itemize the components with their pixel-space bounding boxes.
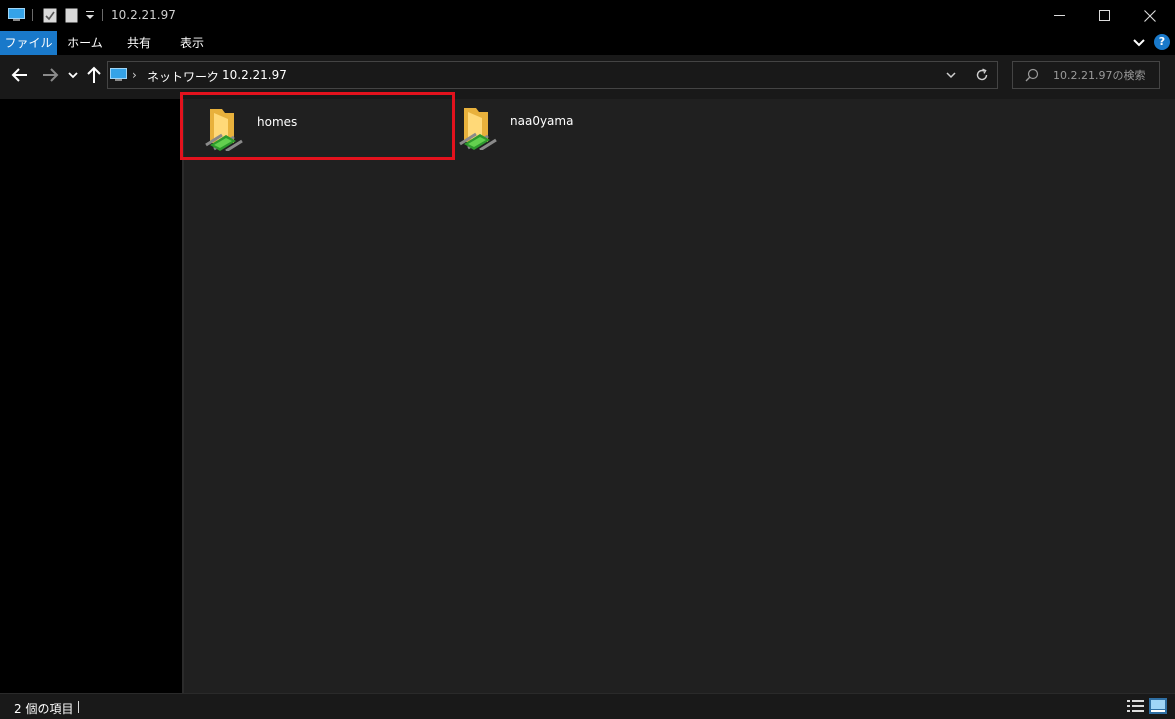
address-dropdown-icon[interactable] (944, 68, 958, 82)
title-separator (102, 9, 103, 21)
search-icon (1025, 68, 1039, 82)
file-list-area[interactable] (184, 99, 1175, 693)
details-view-icon[interactable] (1127, 699, 1144, 713)
folder-item-homes[interactable]: homes (180, 92, 455, 160)
folder-item-naa0yama[interactable]: naa0yama (454, 95, 714, 159)
network-shared-folder-icon (205, 109, 243, 151)
recent-locations-icon[interactable] (67, 68, 79, 82)
maximize-button[interactable] (1081, 0, 1127, 31)
properties-icon[interactable] (43, 8, 57, 23)
breadcrumb-separator[interactable]: › (132, 68, 137, 82)
tab-file[interactable]: ファイル (0, 31, 57, 55)
ribbon-tabs: ファイル ホーム 共有 表示 (0, 31, 1175, 55)
network-location-icon (110, 68, 127, 81)
navigation-pane[interactable] (0, 99, 182, 693)
close-icon (1144, 9, 1156, 22)
breadcrumb-host[interactable]: 10.2.21.97 (222, 68, 287, 82)
folder-name: naa0yama (510, 114, 574, 128)
tab-share[interactable]: 共有 (113, 31, 165, 55)
back-button[interactable] (10, 65, 30, 85)
network-shared-folder-icon (459, 108, 497, 150)
window-title: 10.2.21.97 (111, 8, 176, 22)
forward-button[interactable] (40, 65, 60, 85)
quick-access-separator (32, 9, 33, 21)
breadcrumb-separator[interactable]: › (207, 68, 212, 82)
up-button[interactable] (85, 65, 103, 85)
help-button[interactable]: ? (1154, 34, 1170, 50)
status-separator (78, 701, 79, 713)
customize-quick-access-icon[interactable] (85, 9, 95, 21)
search-input[interactable] (1053, 66, 1157, 84)
computer-icon[interactable] (8, 8, 25, 21)
new-folder-icon[interactable] (65, 8, 78, 23)
maximize-icon (1098, 10, 1110, 21)
tab-view[interactable]: 表示 (165, 31, 219, 55)
item-count: 2 個の項目 (14, 702, 74, 716)
search-box[interactable] (1012, 61, 1160, 89)
minimize-icon (1053, 15, 1065, 16)
folder-name: homes (257, 115, 298, 129)
expand-ribbon-icon[interactable] (1132, 36, 1146, 50)
minimize-button[interactable] (1036, 0, 1082, 31)
address-bar[interactable]: › ネットワーク › 10.2.21.97 (107, 61, 998, 89)
tab-home[interactable]: ホーム (57, 31, 113, 55)
refresh-icon[interactable] (974, 67, 990, 83)
large-icons-view-icon[interactable] (1149, 698, 1167, 714)
title-bar: 10.2.21.97 (0, 0, 1175, 31)
status-bar: 2 個の項目 (0, 693, 1175, 719)
close-button[interactable] (1127, 0, 1173, 31)
